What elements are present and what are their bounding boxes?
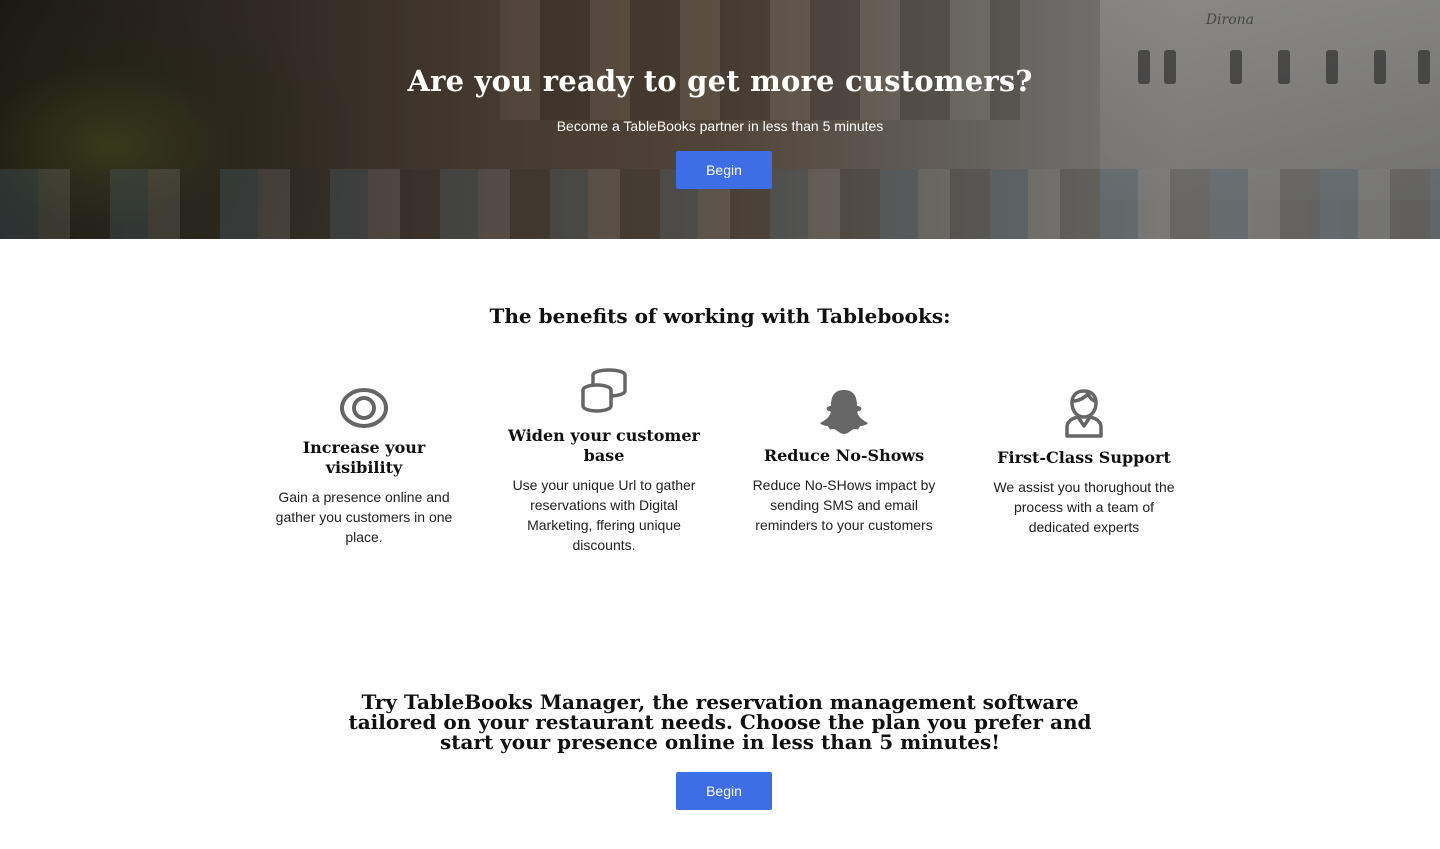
eye-icon bbox=[340, 388, 388, 428]
benefit-card-no-shows: Reduce No-Shows Reduce No-SHows impact b… bbox=[744, 388, 944, 535]
benefits-title: The benefits of working with Tablebooks: bbox=[489, 304, 951, 328]
benefit-card-support: First-Class Support We assist you thorug… bbox=[984, 388, 1184, 537]
benefit-text: Reduce No-SHows impact by sending SMS an… bbox=[752, 477, 936, 533]
benefit-card-visibility: Increase your visibility Gain a presence… bbox=[264, 388, 464, 547]
benefit-text: We assist you thorughout the process wit… bbox=[993, 479, 1175, 535]
ghost-icon bbox=[820, 390, 868, 434]
benefit-title: Reduce No-Shows bbox=[763, 446, 925, 465]
hero-title: Are you ready to get more customers? bbox=[407, 64, 1033, 98]
benefit-title: Widen your customer base bbox=[508, 426, 700, 465]
hero-begin-button[interactable]: Begin bbox=[676, 151, 772, 189]
benefit-text: Use your unique Url to gather reservatio… bbox=[512, 477, 696, 553]
benefit-title: Increase your visibility bbox=[302, 438, 426, 477]
benefit-text: Gain a presence online and gather you cu… bbox=[275, 489, 453, 545]
cta-begin-button[interactable]: Begin bbox=[676, 772, 772, 810]
hero-subtitle: Become a TableBooks partner in less than… bbox=[556, 118, 884, 134]
hero-banner: Dirona Are you ready to get more custome… bbox=[0, 0, 1440, 239]
cta-title: Try TableBooks Manager, the reservation … bbox=[348, 690, 1092, 754]
support-person-icon bbox=[1065, 389, 1103, 438]
benefit-title: First-Class Support bbox=[997, 448, 1171, 467]
coins-icon bbox=[581, 368, 627, 413]
benefit-card-customer-base: Widen your customer base Use your unique… bbox=[504, 368, 704, 555]
